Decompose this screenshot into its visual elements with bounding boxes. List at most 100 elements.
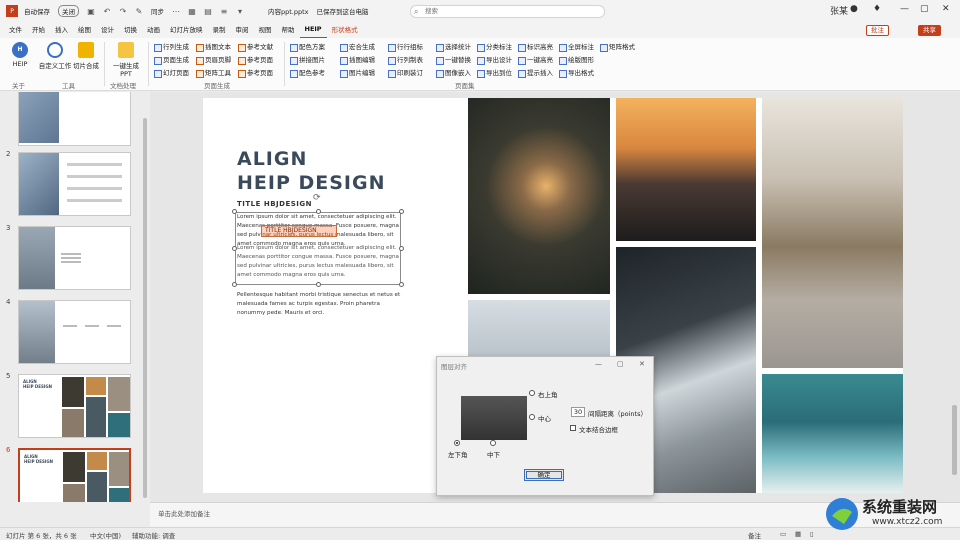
tab-insert[interactable]: 插入: [50, 22, 73, 38]
slide-title[interactable]: ALIGN HEIP DESIGN: [237, 147, 386, 195]
user-name[interactable]: 张某: [830, 4, 848, 17]
autosave-toggle[interactable]: 关闭: [58, 5, 79, 17]
align-icon[interactable]: ≡: [218, 5, 230, 17]
radio-bottom-center[interactable]: [490, 440, 496, 446]
tab-view[interactable]: 视图: [254, 22, 277, 38]
tab-file[interactable]: 文件: [4, 22, 27, 38]
redo-icon[interactable]: ↷: [117, 5, 129, 17]
save-icon[interactable]: ▣: [85, 5, 97, 17]
slice-merge-button[interactable]: 切片合成: [69, 40, 103, 70]
resize-handle[interactable]: [399, 246, 404, 251]
custom-work-button[interactable]: 自定义工作: [38, 40, 72, 70]
ribbon-btn[interactable]: 提示插入: [518, 68, 553, 78]
heip-button[interactable]: H HEIP: [3, 40, 37, 68]
ribbon-btn[interactable]: 图像嵌入: [436, 68, 471, 78]
ribbon-btn[interactable]: 矩阵格式: [600, 42, 635, 52]
thumbnail-scrollbar[interactable]: [143, 118, 147, 498]
ribbon-btn[interactable]: 印刷装订: [388, 68, 423, 78]
tab-animations[interactable]: 动画: [142, 22, 165, 38]
tab-shape-format[interactable]: 形状格式: [327, 22, 363, 38]
resize-handle[interactable]: [316, 209, 321, 214]
resize-handle[interactable]: [399, 282, 404, 287]
slide-thumbnail[interactable]: [18, 300, 131, 364]
sorter-view-icon[interactable]: ▦: [795, 530, 801, 538]
tab-home[interactable]: 开始: [27, 22, 50, 38]
tab-draw[interactable]: 绘图: [73, 22, 96, 38]
slide-thumbnail[interactable]: [18, 152, 131, 216]
paragraph-3[interactable]: Pellentesque habitant morbi tristique se…: [237, 291, 401, 318]
reading-view-icon[interactable]: ▯: [810, 530, 814, 538]
ribbon-btn[interactable]: 导出到位: [477, 68, 512, 78]
tab-design[interactable]: 设计: [96, 22, 119, 38]
close-icon[interactable]: ✕: [942, 4, 950, 14]
photo-road-woman[interactable]: [762, 98, 903, 368]
tab-transitions[interactable]: 切换: [119, 22, 142, 38]
ribbon-btn[interactable]: 行列生成: [154, 42, 189, 52]
table-icon[interactable]: ▦: [186, 5, 198, 17]
tab-help[interactable]: 帮助: [277, 22, 300, 38]
resize-handle[interactable]: [232, 246, 237, 251]
ribbon-btn[interactable]: 分类标注: [477, 42, 512, 52]
text-border-checkbox[interactable]: [570, 425, 576, 431]
slide-thumbnail-selected[interactable]: ALIGN HEIP DESIGN: [18, 448, 131, 502]
tab-slideshow[interactable]: 幻灯片放映: [165, 22, 208, 38]
language-status[interactable]: 中文(中国): [90, 530, 121, 540]
ribbon-btn[interactable]: 一键替换: [436, 55, 471, 65]
search-input[interactable]: ⌕ 搜索: [410, 5, 605, 18]
one-click-ppt-button[interactable]: 一键生成PPT: [108, 40, 144, 78]
resize-handle[interactable]: [232, 282, 237, 287]
canvas-scrollbar[interactable]: [952, 405, 957, 475]
ribbon-btn[interactable]: 拼接图片: [290, 55, 325, 65]
customize-icon[interactable]: ▾: [234, 5, 246, 17]
ribbon-btn[interactable]: 配色参考: [290, 68, 325, 78]
ok-button[interactable]: 确定: [524, 469, 564, 481]
normal-view-icon[interactable]: ▭: [780, 530, 786, 538]
brush-icon[interactable]: ✎: [133, 5, 145, 17]
ribbon-btn[interactable]: 图片编辑: [340, 68, 375, 78]
sync-button[interactable]: 同步: [151, 6, 164, 16]
slide-thumbnail[interactable]: ALIGN HEIP DESIGN: [18, 374, 131, 438]
photo-sparkler-woman[interactable]: [468, 98, 610, 294]
resize-handle[interactable]: [399, 209, 404, 214]
radio-bottom-left[interactable]: [454, 440, 460, 446]
ribbon-btn[interactable]: 插图编辑: [340, 55, 375, 65]
ribbon-btn[interactable]: 行列制表: [388, 55, 423, 65]
ribbon-btn[interactable]: 导出设计: [477, 55, 512, 65]
ribbon-btn[interactable]: 一键高亮: [518, 55, 553, 65]
resize-handle[interactable]: [232, 209, 237, 214]
ribbon-btn[interactable]: 导出格式: [559, 68, 594, 78]
slide-thumbnail[interactable]: [18, 226, 131, 290]
photo-sunset-man[interactable]: [616, 98, 756, 241]
tab-heip[interactable]: HEIP: [299, 21, 327, 39]
grid-icon[interactable]: ▤: [202, 5, 214, 17]
ribbon-btn[interactable]: 参考页面: [238, 68, 273, 78]
tab-record[interactable]: 录制: [208, 22, 231, 38]
undo-icon[interactable]: ↶: [101, 5, 113, 17]
dialog-close-icon[interactable]: ✕: [639, 360, 645, 368]
accessibility-status[interactable]: 辅助功能: 调查: [132, 530, 175, 540]
ribbon-btn[interactable]: 幻灯页面: [154, 68, 189, 78]
radio-top-right[interactable]: [529, 390, 535, 396]
avatar[interactable]: ●: [850, 4, 858, 14]
ribbon-btn[interactable]: 参考页面: [238, 55, 273, 65]
minimize-icon[interactable]: —: [900, 4, 909, 14]
ribbon-btn[interactable]: 行行组标: [388, 42, 423, 52]
ribbon-btn[interactable]: 页眉页脚: [196, 55, 231, 65]
ribbon-btn[interactable]: 矩阵工具: [196, 68, 231, 78]
radio-center[interactable]: [529, 414, 535, 420]
ribbon-btn[interactable]: 宏合生成: [340, 42, 375, 52]
more-icon[interactable]: ⋯: [170, 5, 182, 17]
dialog-minimize-icon[interactable]: —: [595, 360, 602, 368]
ribbon-btn[interactable]: 页面生成: [154, 55, 189, 65]
ribbon-btn[interactable]: 全屏标注: [559, 42, 594, 52]
help-icon[interactable]: ♦: [873, 4, 881, 14]
ribbon-btn[interactable]: 配色方案: [290, 42, 325, 52]
maximize-icon[interactable]: ▢: [920, 4, 929, 14]
resize-handle[interactable]: [316, 282, 321, 287]
ribbon-btn[interactable]: 参考文献: [238, 42, 273, 52]
dialog-maximize-icon[interactable]: ▢: [617, 360, 624, 368]
ribbon-btn[interactable]: 绘版图形: [559, 55, 594, 65]
slide-subtitle[interactable]: TITLE HBJDESIGN: [237, 200, 312, 208]
ribbon-btn[interactable]: 插图文本: [196, 42, 231, 52]
share-button[interactable]: 共享: [918, 25, 941, 36]
